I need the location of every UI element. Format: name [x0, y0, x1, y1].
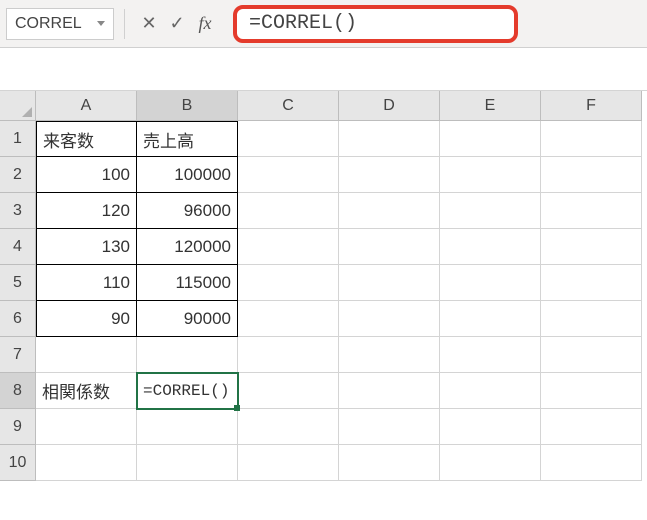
cell-D7[interactable] — [339, 337, 440, 373]
cell-C2[interactable] — [238, 157, 339, 193]
row-header-1[interactable]: 1 — [0, 121, 36, 157]
row-header-9[interactable]: 9 — [0, 409, 36, 445]
cell-B8[interactable] — [137, 373, 238, 409]
cell-F8[interactable] — [541, 373, 642, 409]
select-all-corner[interactable] — [0, 91, 36, 121]
cell-F5[interactable] — [541, 265, 642, 301]
cell-A10[interactable] — [36, 445, 137, 481]
cell-F3[interactable] — [541, 193, 642, 229]
cell-E3[interactable] — [440, 193, 541, 229]
cell-F10[interactable] — [541, 445, 642, 481]
col-header-F[interactable]: F — [541, 91, 642, 121]
confirm-button[interactable]: ✓ — [163, 10, 191, 38]
cell-E8[interactable] — [440, 373, 541, 409]
cell-D4[interactable] — [339, 229, 440, 265]
cell-F9[interactable] — [541, 409, 642, 445]
cell-E9[interactable] — [440, 409, 541, 445]
cell-E7[interactable] — [440, 337, 541, 373]
cell-F4[interactable] — [541, 229, 642, 265]
name-box[interactable]: CORREL — [6, 8, 114, 40]
cell-C4[interactable] — [238, 229, 339, 265]
cell-B7[interactable] — [137, 337, 238, 373]
cell-A5[interactable]: 110 — [36, 265, 137, 301]
cell-A4[interactable]: 130 — [36, 229, 137, 265]
insert-function-button[interactable]: fx — [191, 10, 219, 38]
cell-E2[interactable] — [440, 157, 541, 193]
row-header-8[interactable]: 8 — [0, 373, 36, 409]
row-header-5[interactable]: 5 — [0, 265, 36, 301]
row-header-6[interactable]: 6 — [0, 301, 36, 337]
row-header-10[interactable]: 10 — [0, 445, 36, 481]
formula-bar: CORREL ✕ ✓ fx — [0, 0, 647, 48]
cell-B3[interactable]: 96000 — [137, 193, 238, 229]
check-icon: ✓ — [169, 13, 184, 34]
cell-B10[interactable] — [137, 445, 238, 481]
cell-A7[interactable] — [36, 337, 137, 373]
cancel-button[interactable]: ✕ — [135, 10, 163, 38]
cell-A2[interactable]: 100 — [36, 157, 137, 193]
cell-C5[interactable] — [238, 265, 339, 301]
cell-D9[interactable] — [339, 409, 440, 445]
cell-D2[interactable] — [339, 157, 440, 193]
cell-E5[interactable] — [440, 265, 541, 301]
cell-C3[interactable] — [238, 193, 339, 229]
row-header-2[interactable]: 2 — [0, 157, 36, 193]
row-header-3[interactable]: 3 — [0, 193, 36, 229]
cell-B2[interactable]: 100000 — [137, 157, 238, 193]
fx-icon: fx — [199, 13, 212, 34]
cell-D6[interactable] — [339, 301, 440, 337]
separator — [124, 9, 125, 39]
cell-C1[interactable] — [238, 121, 339, 157]
cell-F2[interactable] — [541, 157, 642, 193]
chevron-down-icon[interactable] — [97, 21, 105, 26]
cell-D10[interactable] — [339, 445, 440, 481]
cell-F1[interactable] — [541, 121, 642, 157]
col-header-A[interactable]: A — [36, 91, 137, 121]
cell-D3[interactable] — [339, 193, 440, 229]
row-header-4[interactable]: 4 — [0, 229, 36, 265]
name-box-value: CORREL — [15, 15, 82, 33]
cell-C6[interactable] — [238, 301, 339, 337]
cell-C8[interactable] — [238, 373, 339, 409]
cancel-icon: ✕ — [141, 13, 156, 34]
row-header-7[interactable]: 7 — [0, 337, 36, 373]
col-header-E[interactable]: E — [440, 91, 541, 121]
cell-F7[interactable] — [541, 337, 642, 373]
cell-D5[interactable] — [339, 265, 440, 301]
cell-A1[interactable]: 来客数 — [36, 121, 137, 157]
cell-E1[interactable] — [440, 121, 541, 157]
cell-C9[interactable] — [238, 409, 339, 445]
col-header-C[interactable]: C — [238, 91, 339, 121]
col-header-D[interactable]: D — [339, 91, 440, 121]
cell-B4[interactable]: 120000 — [137, 229, 238, 265]
cell-F6[interactable] — [541, 301, 642, 337]
cell-A8[interactable]: 相関係数 — [36, 373, 137, 409]
cell-D1[interactable] — [339, 121, 440, 157]
ribbon-spacer — [0, 48, 647, 90]
cell-B5[interactable]: 115000 — [137, 265, 238, 301]
col-header-B[interactable]: B — [137, 91, 238, 121]
cell-D8[interactable] — [339, 373, 440, 409]
cell-editor[interactable] — [143, 382, 231, 400]
cell-C7[interactable] — [238, 337, 339, 373]
cell-E6[interactable] — [440, 301, 541, 337]
cell-B9[interactable] — [137, 409, 238, 445]
formula-input-highlight — [233, 5, 518, 43]
cell-B6[interactable]: 90000 — [137, 301, 238, 337]
cell-C10[interactable] — [238, 445, 339, 481]
cell-A6[interactable]: 90 — [36, 301, 137, 337]
formula-input[interactable] — [247, 11, 504, 36]
cell-E4[interactable] — [440, 229, 541, 265]
cell-A9[interactable] — [36, 409, 137, 445]
spreadsheet-grid[interactable]: A B C D E F 1 来客数 売上高 2 100 100000 3 120… — [0, 90, 647, 481]
cell-A3[interactable]: 120 — [36, 193, 137, 229]
cell-E10[interactable] — [440, 445, 541, 481]
cell-B1[interactable]: 売上高 — [137, 121, 238, 157]
